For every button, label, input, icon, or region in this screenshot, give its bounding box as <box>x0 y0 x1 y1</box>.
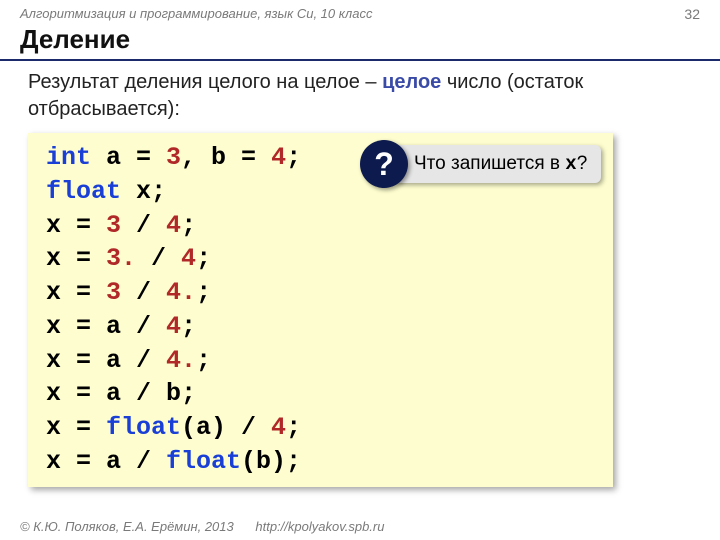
content-area: Результат деления целого на целое – цело… <box>0 61 720 487</box>
question-bubble: Что запишется в x? <box>394 145 601 183</box>
description-text: Результат деления целого на целое – цело… <box>28 69 692 123</box>
code-line: x = 3. / 4; <box>46 242 595 276</box>
code-line: x = a / b; <box>46 377 595 411</box>
question-var: x <box>565 153 576 175</box>
footer-url: http://kpolyakov.spb.ru <box>255 519 384 534</box>
code-line: x = a / 4; <box>46 310 595 344</box>
code-line: x = a / 4.; <box>46 344 595 378</box>
question-mark-icon: ? <box>360 140 408 188</box>
code-line: x = float(a) / 4; <box>46 411 595 445</box>
copyright-text: © К.Ю. Поляков, Е.А. Ерёмин, 2013 <box>20 519 234 534</box>
code-line: x = a / float(b); <box>46 445 595 479</box>
code-line: x = 3 / 4.; <box>46 276 595 310</box>
code-line: x = 3 / 4; <box>46 209 595 243</box>
question-callout: ? Что запишется в x? <box>360 140 601 188</box>
course-title: Алгоритмизация и программирование, язык … <box>20 6 372 22</box>
slide-footer: © К.Ю. Поляков, Е.А. Ерёмин, 2013 http:/… <box>20 519 384 534</box>
slide-header: Алгоритмизация и программирование, язык … <box>0 0 720 24</box>
page-number: 32 <box>684 6 700 22</box>
emphasis-word: целое <box>382 71 441 93</box>
page-title: Деление <box>0 24 720 61</box>
